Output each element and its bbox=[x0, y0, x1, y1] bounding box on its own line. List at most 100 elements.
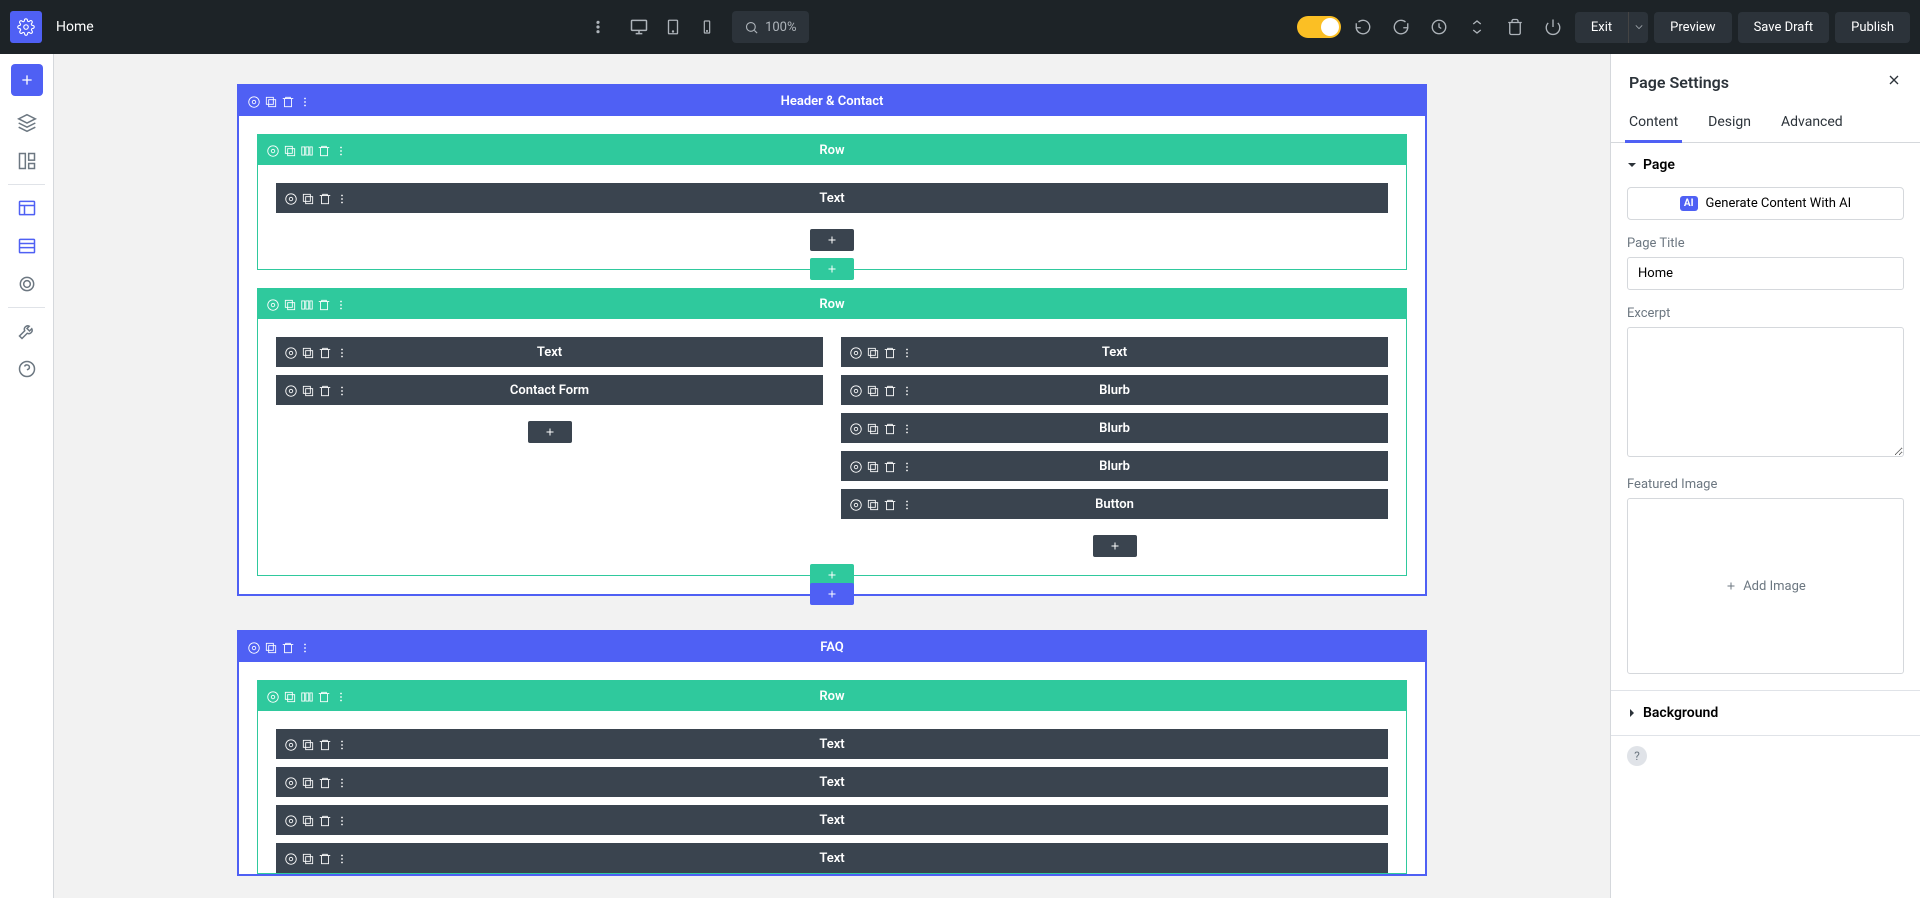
mod-delete[interactable] bbox=[883, 345, 897, 359]
mod-more[interactable] bbox=[900, 383, 914, 397]
row-delete[interactable] bbox=[317, 143, 331, 157]
mod-duplicate[interactable] bbox=[301, 775, 315, 789]
section-settings[interactable] bbox=[247, 640, 261, 654]
row-settings[interactable] bbox=[266, 689, 280, 703]
mod-delete[interactable] bbox=[318, 345, 332, 359]
section-more[interactable] bbox=[298, 640, 312, 654]
mod-delete[interactable] bbox=[318, 191, 332, 205]
row-settings[interactable] bbox=[266, 143, 280, 157]
mod-settings[interactable] bbox=[284, 851, 298, 865]
module-blurb[interactable]: Blurb bbox=[841, 413, 1388, 443]
mod-duplicate[interactable] bbox=[301, 191, 315, 205]
grid-button[interactable] bbox=[5, 265, 49, 303]
tab-design[interactable]: Design bbox=[1704, 104, 1755, 142]
module-text[interactable]: Text bbox=[276, 805, 1388, 835]
module-text[interactable]: Text bbox=[276, 729, 1388, 759]
module-button[interactable]: Button bbox=[841, 489, 1388, 519]
center-more-button[interactable] bbox=[582, 11, 614, 43]
mod-delete[interactable] bbox=[318, 851, 332, 865]
tools-button[interactable] bbox=[5, 312, 49, 350]
tab-content[interactable]: Content bbox=[1625, 104, 1682, 142]
row-columns[interactable] bbox=[300, 689, 314, 703]
excerpt-input[interactable] bbox=[1627, 327, 1904, 457]
row-settings[interactable] bbox=[266, 297, 280, 311]
power-button[interactable] bbox=[1537, 11, 1569, 43]
section-delete[interactable] bbox=[281, 640, 295, 654]
mod-more[interactable] bbox=[335, 851, 349, 865]
arrows-button[interactable] bbox=[1461, 11, 1493, 43]
save-draft-button[interactable]: Save Draft bbox=[1738, 12, 1830, 43]
mod-duplicate[interactable] bbox=[301, 737, 315, 751]
mod-delete[interactable] bbox=[883, 497, 897, 511]
mod-duplicate[interactable] bbox=[301, 345, 315, 359]
row-columns[interactable] bbox=[300, 143, 314, 157]
mod-settings[interactable] bbox=[284, 737, 298, 751]
section-more[interactable] bbox=[298, 94, 312, 108]
exit-button[interactable]: Exit bbox=[1575, 12, 1628, 43]
row-duplicate[interactable] bbox=[283, 689, 297, 703]
page-title-input[interactable] bbox=[1627, 257, 1904, 290]
mod-settings[interactable] bbox=[849, 421, 863, 435]
mod-more[interactable] bbox=[900, 421, 914, 435]
add-module[interactable] bbox=[810, 229, 854, 251]
wireframe-button-1[interactable] bbox=[5, 189, 49, 227]
panels-button[interactable] bbox=[5, 142, 49, 180]
row[interactable]: Row Text Contact Form Text bbox=[257, 288, 1407, 576]
close-panel-button[interactable] bbox=[1886, 72, 1902, 92]
mod-settings[interactable] bbox=[284, 813, 298, 827]
mod-delete[interactable] bbox=[318, 737, 332, 751]
mod-delete[interactable] bbox=[883, 383, 897, 397]
mod-settings[interactable] bbox=[849, 383, 863, 397]
mod-delete[interactable] bbox=[318, 775, 332, 789]
row-columns[interactable] bbox=[300, 297, 314, 311]
row-duplicate[interactable] bbox=[283, 143, 297, 157]
module-blurb[interactable]: Blurb bbox=[841, 375, 1388, 405]
panel-help-button[interactable]: ? bbox=[1627, 746, 1647, 766]
section-settings[interactable] bbox=[247, 94, 261, 108]
mod-more[interactable] bbox=[335, 775, 349, 789]
mod-duplicate[interactable] bbox=[866, 383, 880, 397]
mod-more[interactable] bbox=[335, 345, 349, 359]
mod-duplicate[interactable] bbox=[301, 851, 315, 865]
row[interactable]: Row bbox=[257, 134, 1407, 270]
mod-more[interactable] bbox=[335, 383, 349, 397]
mod-duplicate[interactable] bbox=[301, 813, 315, 827]
mod-more[interactable] bbox=[335, 813, 349, 827]
accordion-header-background[interactable]: Background bbox=[1611, 691, 1920, 735]
module-text[interactable]: Text bbox=[276, 183, 1388, 213]
mod-settings[interactable] bbox=[849, 497, 863, 511]
section-faq[interactable]: FAQ Row bbox=[237, 630, 1427, 876]
trash-button[interactable] bbox=[1499, 11, 1531, 43]
mod-settings[interactable] bbox=[284, 775, 298, 789]
wireframe-button-2[interactable] bbox=[5, 227, 49, 265]
mod-duplicate[interactable] bbox=[866, 421, 880, 435]
publish-button[interactable]: Publish bbox=[1835, 12, 1910, 43]
mobile-view-button[interactable] bbox=[690, 11, 724, 43]
zoom-control[interactable]: 100% bbox=[732, 11, 808, 43]
row-more[interactable] bbox=[334, 689, 348, 703]
undo-button[interactable] bbox=[1347, 11, 1379, 43]
section-header-contact[interactable]: Header & Contact bbox=[237, 84, 1427, 596]
row-delete[interactable] bbox=[317, 689, 331, 703]
mod-settings[interactable] bbox=[284, 345, 298, 359]
mod-more[interactable] bbox=[900, 497, 914, 511]
mod-more[interactable] bbox=[900, 345, 914, 359]
history-button[interactable] bbox=[1423, 11, 1455, 43]
mod-delete[interactable] bbox=[883, 459, 897, 473]
mod-delete[interactable] bbox=[318, 383, 332, 397]
add-module[interactable] bbox=[1093, 535, 1137, 557]
module-text[interactable]: Text bbox=[276, 337, 823, 367]
layers-button[interactable] bbox=[5, 104, 49, 142]
mod-delete[interactable] bbox=[318, 813, 332, 827]
generate-ai-button[interactable]: AI Generate Content With AI bbox=[1627, 187, 1904, 220]
help-button[interactable] bbox=[5, 350, 49, 388]
add-module[interactable] bbox=[528, 421, 572, 443]
row-more[interactable] bbox=[334, 143, 348, 157]
mod-settings[interactable] bbox=[849, 459, 863, 473]
mod-duplicate[interactable] bbox=[866, 459, 880, 473]
tablet-view-button[interactable] bbox=[656, 11, 690, 43]
mod-more[interactable] bbox=[335, 191, 349, 205]
row-duplicate[interactable] bbox=[283, 297, 297, 311]
mod-duplicate[interactable] bbox=[866, 345, 880, 359]
row-delete[interactable] bbox=[317, 297, 331, 311]
